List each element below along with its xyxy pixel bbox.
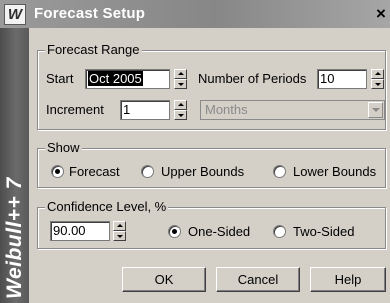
product-sidebar: Weibull++ 7 [0,28,29,303]
periods-input[interactable]: 10 [317,69,367,89]
upper-bounds-radio[interactable] [141,165,154,178]
forecast-setup-dialog: W Forecast Setup × Weibull++ 7 Forecast … [0,0,390,303]
start-input[interactable]: Oct 2005 [85,69,170,89]
start-spinner[interactable] [174,69,187,89]
start-value: Oct 2005 [88,71,143,86]
title-bar[interactable]: W Forecast Setup × [0,0,390,28]
product-name: Weibull++ 7 [3,177,26,299]
confidence-up-arrow-icon[interactable] [113,221,126,231]
help-button[interactable]: Help [310,267,386,292]
start-up-arrow-icon[interactable] [174,69,187,79]
increment-input[interactable]: 1 [120,100,170,120]
confidence-level-group: Confidence Level, % 90.00 One-Sided Two-… [37,199,386,249]
two-sided-radio[interactable] [273,225,286,238]
confidence-level-spinner[interactable] [113,221,126,241]
confidence-level-input[interactable]: 90.00 [50,221,110,241]
forecast-radio[interactable] [51,165,64,178]
periods-spinner[interactable] [371,69,384,89]
forecast-range-group: Forecast Range Start Oct 2005 Number of … [37,42,386,130]
periods-down-arrow-icon[interactable] [371,79,384,89]
start-label: Start [46,71,74,86]
increment-spinner[interactable] [174,100,187,120]
confidence-level-legend: Confidence Level, % [45,199,169,215]
weibull-logo-icon: W [4,4,26,25]
window-title: Forecast Setup [34,5,146,22]
one-sided-radio[interactable] [168,225,181,238]
chevron-down-icon[interactable] [368,102,383,118]
upper-bounds-radio-label[interactable]: Upper Bounds [161,164,244,180]
increment-down-arrow-icon[interactable] [174,110,187,120]
lower-bounds-radio[interactable] [273,165,286,178]
forecast-radio-label[interactable]: Forecast [69,164,120,180]
lower-bounds-radio-label[interactable]: Lower Bounds [293,164,376,180]
show-group: Show Forecast Upper Bounds Lower Bounds [37,140,386,188]
two-sided-radio-label[interactable]: Two-Sided [293,224,354,240]
cancel-button[interactable]: Cancel [216,267,300,292]
ok-button[interactable]: OK [122,267,206,292]
increment-label: Increment [46,102,104,117]
start-down-arrow-icon[interactable] [174,79,187,89]
periods-up-arrow-icon[interactable] [371,69,384,79]
one-sided-radio-label[interactable]: One-Sided [188,224,250,240]
confidence-down-arrow-icon[interactable] [113,231,126,241]
forecast-range-legend: Forecast Range [45,42,142,58]
increment-unit-select[interactable]: Months [200,100,385,120]
periods-label: Number of Periods [198,71,307,86]
close-icon[interactable]: × [376,5,390,23]
increment-up-arrow-icon[interactable] [174,100,187,110]
show-legend: Show [45,140,82,156]
increment-unit-value: Months [205,102,248,117]
